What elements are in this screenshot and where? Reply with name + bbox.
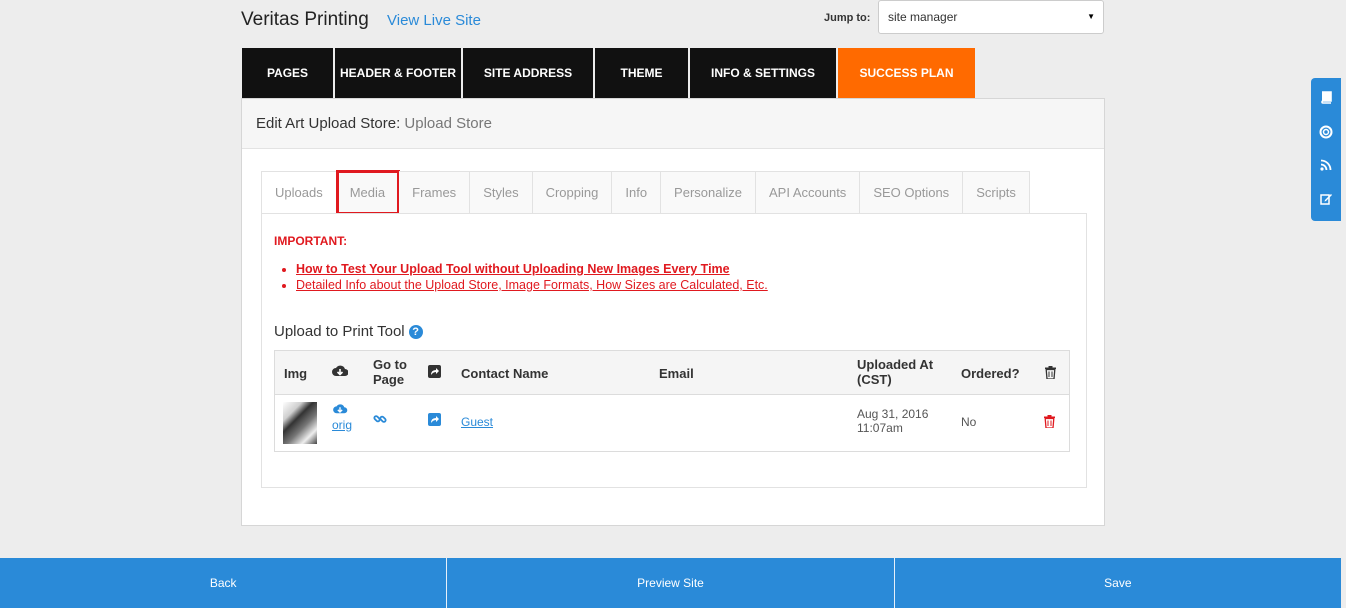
table-header: Img Go to Page Contact Name Email Upload… bbox=[275, 351, 1069, 395]
jump-to-label: Jump to: bbox=[824, 12, 871, 24]
footer-bar: Back Preview Site Save bbox=[0, 558, 1341, 608]
upload-tool-title-text: Upload to Print Tool bbox=[274, 323, 405, 340]
col-go-to-page: Go to Page bbox=[373, 357, 407, 387]
table-row: orig Guest Aug 31, 2016 11:07am No bbox=[275, 395, 1069, 451]
jump-to-select[interactable]: site manager ▼ bbox=[878, 0, 1104, 34]
view-live-site-link[interactable]: View Live Site bbox=[387, 12, 481, 29]
jump-to-value: site manager bbox=[888, 10, 958, 24]
info-links: How to Test Your Upload Tool without Upl… bbox=[296, 262, 768, 294]
book-icon[interactable] bbox=[1311, 91, 1341, 107]
tab-personalize[interactable]: Personalize bbox=[661, 171, 756, 214]
delete-icon[interactable] bbox=[1044, 415, 1055, 431]
tab-info[interactable]: Info bbox=[612, 171, 662, 214]
uploads-table: Img Go to Page Contact Name Email Upload… bbox=[274, 350, 1070, 452]
tab-styles[interactable]: Styles bbox=[470, 171, 533, 214]
tab-frames[interactable]: Frames bbox=[399, 171, 471, 214]
open-page-icon[interactable] bbox=[428, 413, 441, 429]
download-original-link[interactable]: orig bbox=[332, 418, 352, 432]
nav-info-settings[interactable]: INFO & SETTINGS bbox=[690, 48, 836, 98]
list-item: Detailed Info about the Upload Store, Im… bbox=[296, 278, 768, 292]
col-ordered: Ordered? bbox=[961, 366, 1020, 381]
side-toolbar bbox=[1311, 78, 1341, 221]
tab-cropping[interactable]: Cropping bbox=[532, 171, 613, 214]
list-item: How to Test Your Upload Tool without Upl… bbox=[296, 262, 768, 276]
col-img: Img bbox=[284, 366, 308, 381]
tab-api-accounts[interactable]: API Accounts bbox=[755, 171, 861, 214]
col-email: Email bbox=[659, 366, 694, 381]
contact-name-link[interactable]: Guest bbox=[461, 415, 493, 429]
tab-media[interactable]: Media bbox=[335, 170, 401, 215]
link-icon[interactable] bbox=[373, 412, 387, 429]
ordered-cell: No bbox=[961, 415, 977, 429]
edit-panel: Edit Art Upload Store: Upload Store Uplo… bbox=[241, 98, 1105, 526]
cloud-download-icon bbox=[332, 403, 352, 418]
important-label: IMPORTANT: bbox=[274, 234, 348, 248]
cloud-download-icon bbox=[332, 364, 349, 381]
nav-pages[interactable]: PAGES bbox=[242, 48, 333, 98]
trash-icon[interactable] bbox=[1045, 366, 1056, 382]
back-button[interactable]: Back bbox=[0, 558, 448, 608]
tab-uploads[interactable]: Uploads bbox=[261, 171, 337, 214]
col-uploaded-at: Uploaded At (CST) bbox=[857, 357, 934, 387]
panel-title: Edit Art Upload Store: bbox=[256, 115, 401, 132]
edit-icon[interactable] bbox=[1311, 192, 1341, 208]
test-upload-tool-link[interactable]: How to Test Your Upload Tool without Upl… bbox=[296, 262, 730, 276]
site-title: Veritas Printing bbox=[241, 9, 369, 30]
upload-store-info-link[interactable]: Detailed Info about the Upload Store, Im… bbox=[296, 278, 768, 292]
col-contact-name: Contact Name bbox=[461, 366, 549, 381]
tab-seo-options[interactable]: SEO Options bbox=[860, 171, 964, 214]
help-icon[interactable]: ? bbox=[408, 324, 423, 339]
preview-site-button[interactable]: Preview Site bbox=[447, 558, 895, 608]
save-button[interactable]: Save bbox=[894, 558, 1341, 608]
tab-content: IMPORTANT: How to Test Your Upload Tool … bbox=[261, 213, 1087, 488]
panel-header: Edit Art Upload Store: Upload Store bbox=[242, 99, 1104, 149]
nav-header-footer[interactable]: HEADER & FOOTER bbox=[335, 48, 461, 98]
upload-thumbnail[interactable] bbox=[283, 402, 317, 444]
nav-theme[interactable]: THEME bbox=[595, 48, 688, 98]
rss-icon[interactable] bbox=[1311, 159, 1341, 174]
life-ring-icon[interactable] bbox=[1311, 125, 1341, 142]
caret-down-icon: ▼ bbox=[1087, 12, 1095, 21]
download-original[interactable]: orig bbox=[332, 403, 352, 432]
nav-site-address[interactable]: SITE ADDRESS bbox=[463, 48, 593, 98]
panel-subtitle: Upload Store bbox=[404, 115, 492, 132]
tab-bar: Uploads Media Frames Styles Cropping Inf… bbox=[261, 170, 1030, 215]
nav-success-plan[interactable]: SUCCESS PLAN bbox=[838, 48, 975, 98]
share-icon bbox=[428, 365, 441, 381]
uploaded-at-cell: Aug 31, 2016 11:07am bbox=[857, 407, 929, 435]
upload-tool-title: Upload to Print Tool ? bbox=[274, 323, 423, 340]
main-nav: PAGES HEADER & FOOTER SITE ADDRESS THEME… bbox=[242, 48, 977, 98]
tab-scripts[interactable]: Scripts bbox=[963, 171, 1030, 214]
